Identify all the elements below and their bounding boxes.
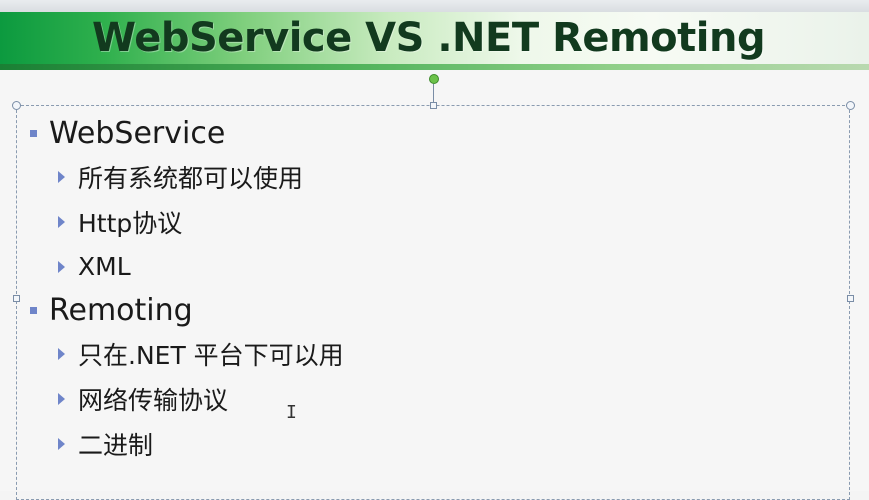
list-item-text: 网络传输协议 <box>78 385 229 415</box>
section-heading-text: WebService <box>49 115 226 151</box>
list-item-text: 二进制 <box>78 430 154 460</box>
text-cursor-icon: I <box>286 402 297 423</box>
square-bullet-icon <box>30 306 37 314</box>
rotate-handle-icon[interactable] <box>429 74 439 84</box>
window-top-strip <box>0 0 869 12</box>
triangle-bullet-icon <box>58 347 65 360</box>
resize-handle-top-right[interactable] <box>846 101 855 110</box>
triangle-bullet-icon <box>58 260 65 273</box>
list-item[interactable]: 所有系统都可以使用 <box>58 154 344 199</box>
section-heading-webservice[interactable]: WebService <box>30 112 344 154</box>
section-heading-text: Remoting <box>49 292 193 328</box>
square-bullet-icon <box>30 129 37 137</box>
slide-title[interactable]: WebService VS .NET Remoting <box>92 15 766 61</box>
list-item[interactable]: 只在.NET 平台下可以用 <box>58 331 344 376</box>
triangle-bullet-icon <box>58 392 65 405</box>
section-heading-remoting[interactable]: Remoting <box>30 289 344 331</box>
rotate-connector-line <box>433 84 434 102</box>
list-item-text: 只在.NET 平台下可以用 <box>78 340 344 370</box>
list-item-text: XML <box>78 252 131 281</box>
title-banner: WebService VS .NET Remoting <box>0 12 869 70</box>
list-item[interactable]: Http协议 <box>58 199 344 244</box>
list-item[interactable]: XML <box>58 244 344 289</box>
triangle-bullet-icon <box>58 215 65 228</box>
triangle-bullet-icon <box>58 170 65 183</box>
resize-handle-top-middle[interactable] <box>430 102 437 109</box>
resize-handle-top-left[interactable] <box>12 101 21 110</box>
triangle-bullet-icon <box>58 437 65 450</box>
resize-handle-middle-right[interactable] <box>847 295 854 302</box>
list-item[interactable]: 二进制 <box>58 421 344 466</box>
resize-handle-middle-left[interactable] <box>13 295 20 302</box>
list-item-text: Http协议 <box>78 208 183 238</box>
list-item[interactable]: 网络传输协议 <box>58 376 344 421</box>
list-item-text: 所有系统都可以使用 <box>78 163 304 193</box>
